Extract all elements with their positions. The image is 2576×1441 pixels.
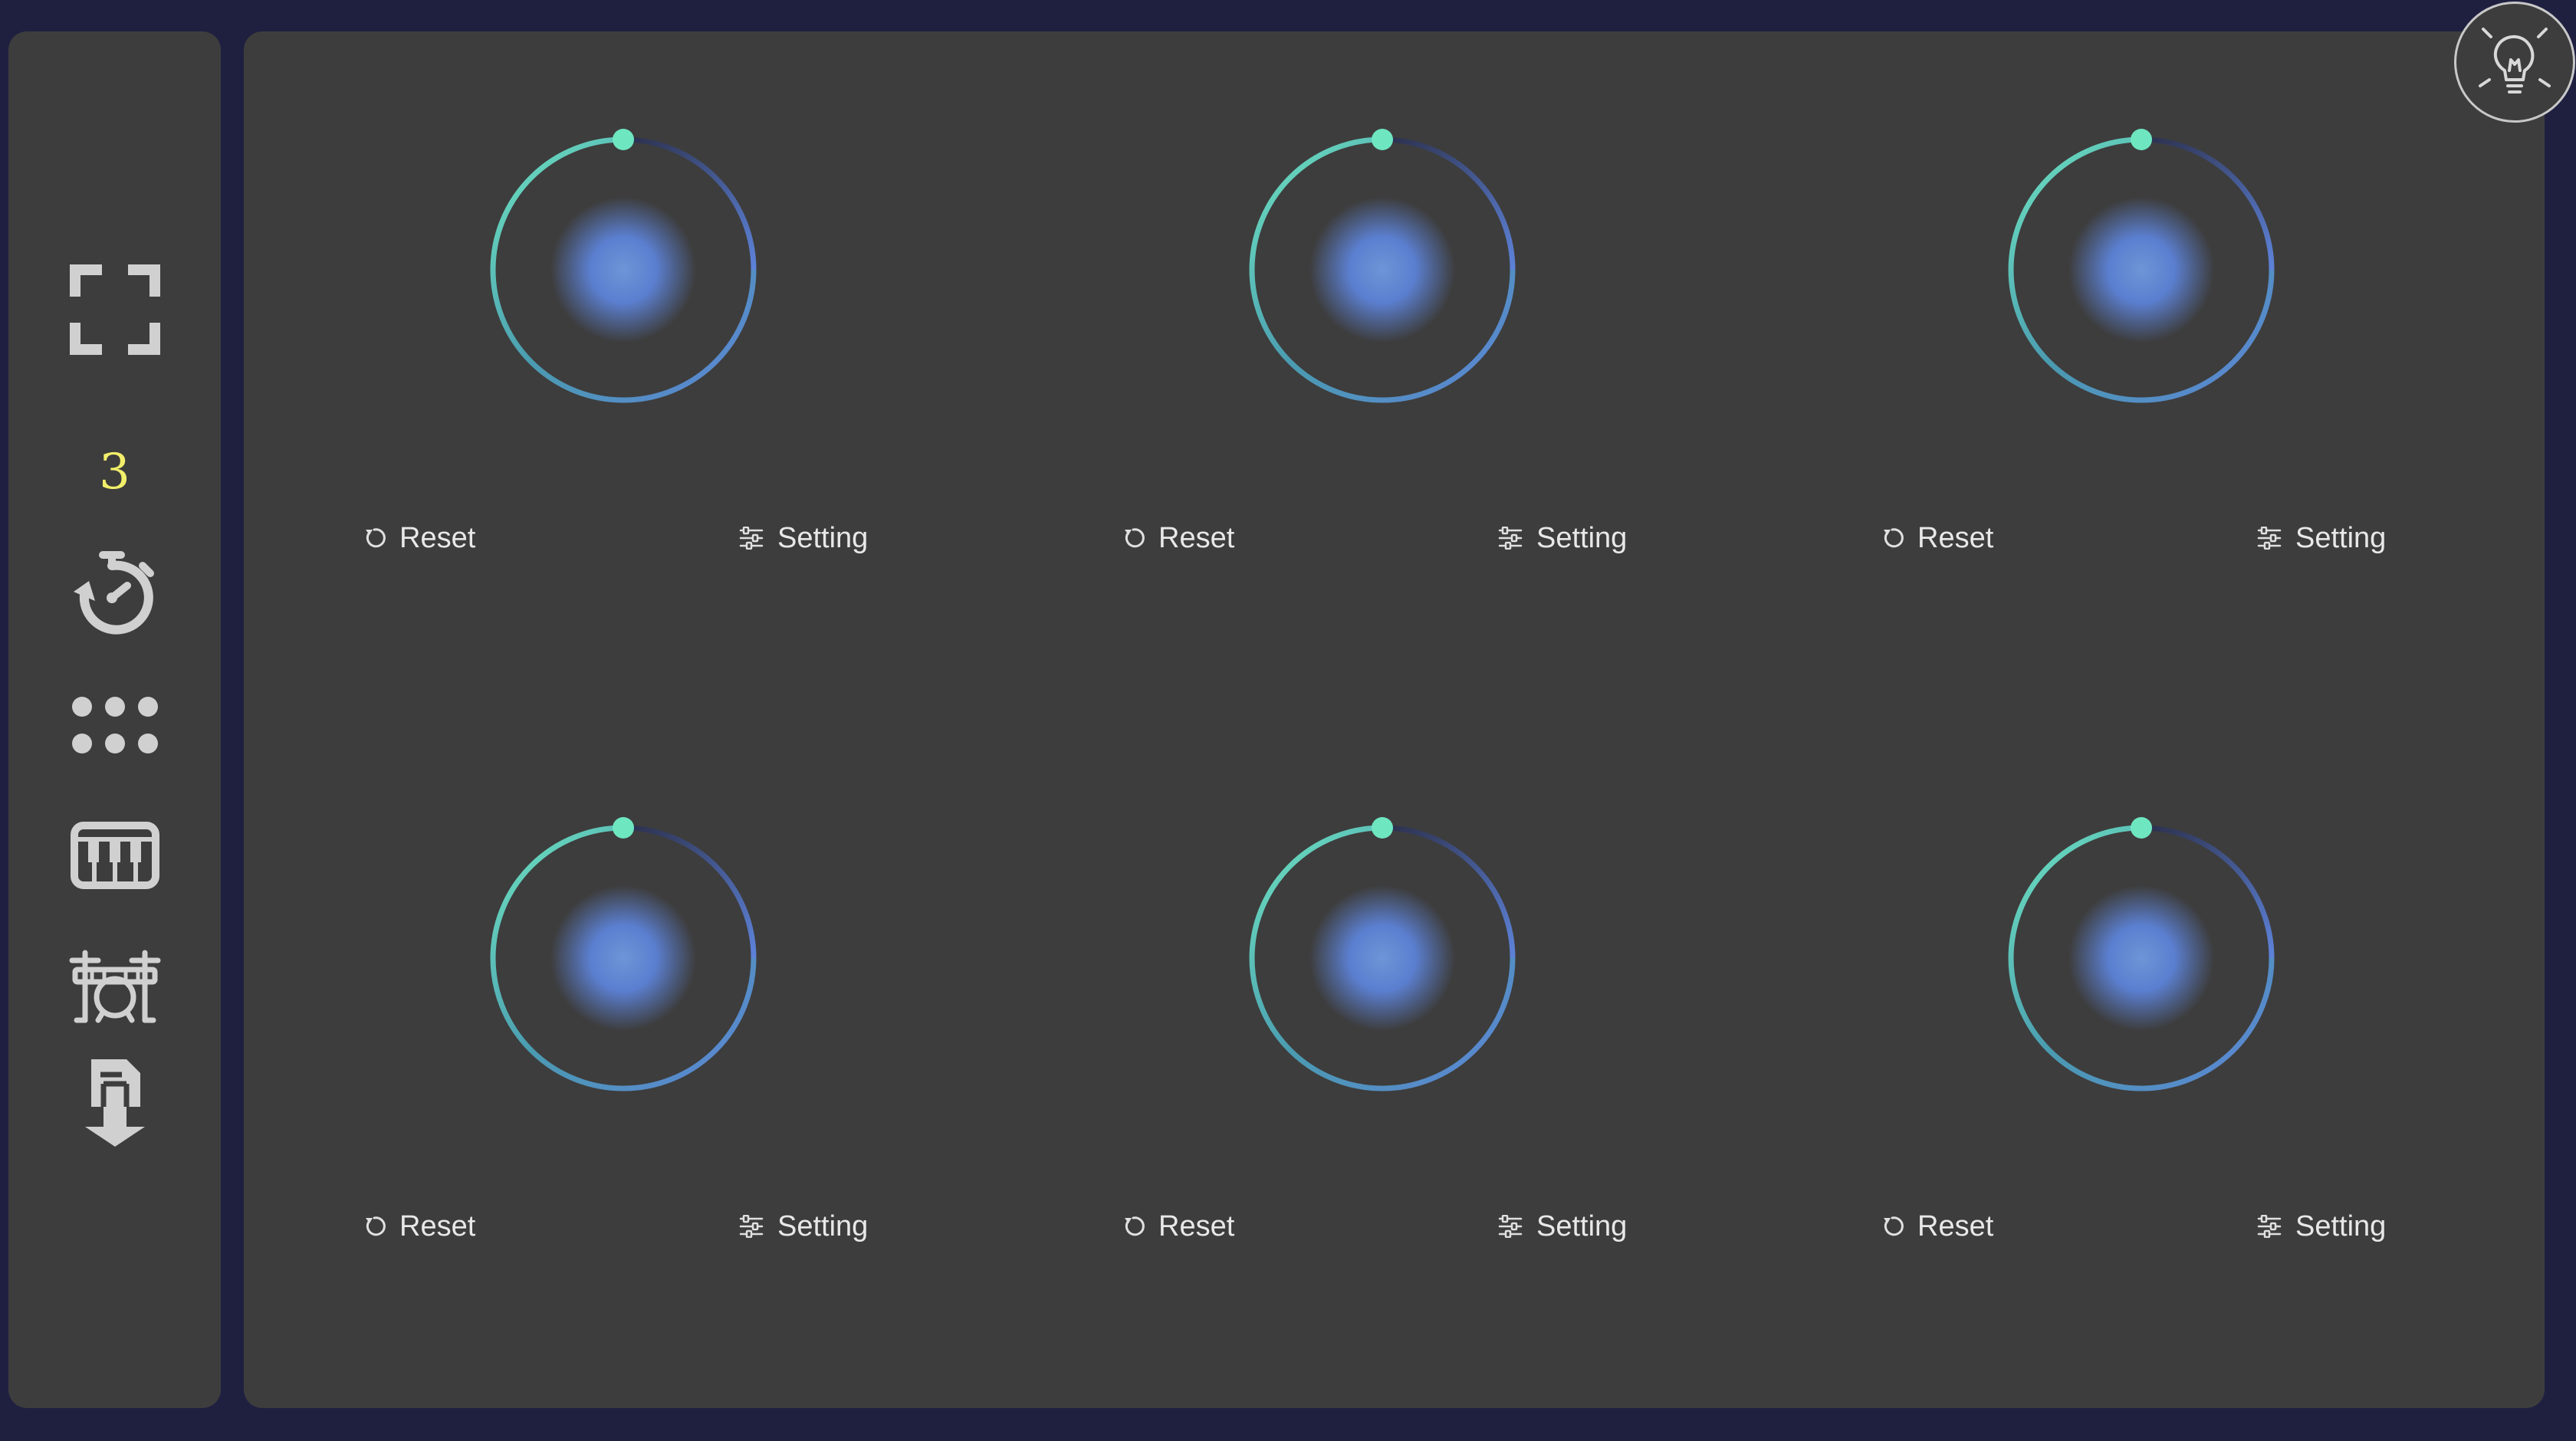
counter-value: 3	[99, 444, 130, 501]
download-icon	[84, 1059, 145, 1147]
sliders-icon	[2257, 527, 2282, 550]
reset-button[interactable]: Reset	[363, 515, 475, 561]
dial-panel-2: Reset Setting	[1003, 31, 1762, 721]
setting-label: Setting	[2295, 1210, 2387, 1242]
setting-label: Setting	[1536, 1210, 1628, 1242]
app-window: 3 Reset Setting Reset Setting Reset Sett…	[0, 0, 2576, 1441]
reset-button[interactable]: Reset	[363, 1203, 475, 1249]
reset-icon	[1881, 1215, 1904, 1238]
drum-kit-button[interactable]	[8, 944, 221, 1028]
reset-label: Reset	[1158, 1210, 1235, 1242]
sliders-icon	[739, 1215, 764, 1238]
fullscreen-icon	[69, 264, 160, 355]
sliders-icon	[739, 527, 764, 550]
dial-panel-3: Reset Setting	[1762, 31, 2521, 721]
download-button[interactable]	[8, 1043, 221, 1158]
dial-knob[interactable]	[1240, 816, 1524, 1100]
timer-button[interactable]	[8, 543, 221, 643]
reset-icon	[1122, 1215, 1145, 1238]
setting-button[interactable]: Setting	[1498, 1203, 1627, 1249]
piano-button[interactable]	[8, 813, 221, 898]
setting-button[interactable]: Setting	[739, 1203, 868, 1249]
drum-kit-icon	[69, 950, 160, 1023]
dial-knob[interactable]	[1999, 816, 2283, 1100]
sliders-icon	[1498, 527, 1523, 550]
sidebar: 3	[8, 31, 221, 1408]
dial-knob[interactable]	[481, 128, 765, 412]
setting-label: Setting	[2295, 521, 2387, 554]
setting-button[interactable]: Setting	[2257, 515, 2386, 561]
counter-display: 3	[8, 438, 221, 507]
grid-icon	[71, 697, 158, 753]
reset-icon	[363, 527, 386, 550]
piano-icon	[70, 822, 159, 889]
sliders-icon	[2257, 1215, 2282, 1238]
timer-icon	[73, 551, 154, 635]
setting-button[interactable]: Setting	[739, 515, 868, 561]
setting-label: Setting	[777, 1210, 869, 1242]
sliders-icon	[1498, 1215, 1523, 1238]
dial-knob[interactable]	[1999, 128, 2283, 412]
reset-label: Reset	[1158, 521, 1235, 554]
reset-button[interactable]: Reset	[1122, 515, 1234, 561]
dial-panel-4: Reset Setting	[244, 720, 1003, 1410]
fullscreen-button[interactable]	[8, 261, 221, 357]
setting-label: Setting	[777, 521, 869, 554]
grid-layout-button[interactable]	[8, 683, 221, 767]
setting-button[interactable]: Setting	[1498, 515, 1627, 561]
dial-panel-5: Reset Setting	[1003, 720, 1762, 1410]
reset-button[interactable]: Reset	[1881, 515, 1993, 561]
dial-panel-1: Reset Setting	[244, 31, 1003, 721]
reset-button[interactable]: Reset	[1881, 1203, 1993, 1249]
setting-label: Setting	[1536, 521, 1628, 554]
reset-icon	[1122, 527, 1145, 550]
reset-label: Reset	[1917, 1210, 1994, 1242]
dial-knob[interactable]	[481, 816, 765, 1100]
dial-knob[interactable]	[1240, 128, 1524, 412]
reset-label: Reset	[399, 521, 476, 554]
reset-icon	[363, 1215, 386, 1238]
reset-button[interactable]: Reset	[1122, 1203, 1234, 1249]
reset-label: Reset	[1917, 521, 1994, 554]
reset-icon	[1881, 527, 1904, 550]
setting-button[interactable]: Setting	[2257, 1203, 2386, 1249]
dial-panel-6: Reset Setting	[1762, 720, 2521, 1410]
reset-label: Reset	[399, 1210, 476, 1242]
